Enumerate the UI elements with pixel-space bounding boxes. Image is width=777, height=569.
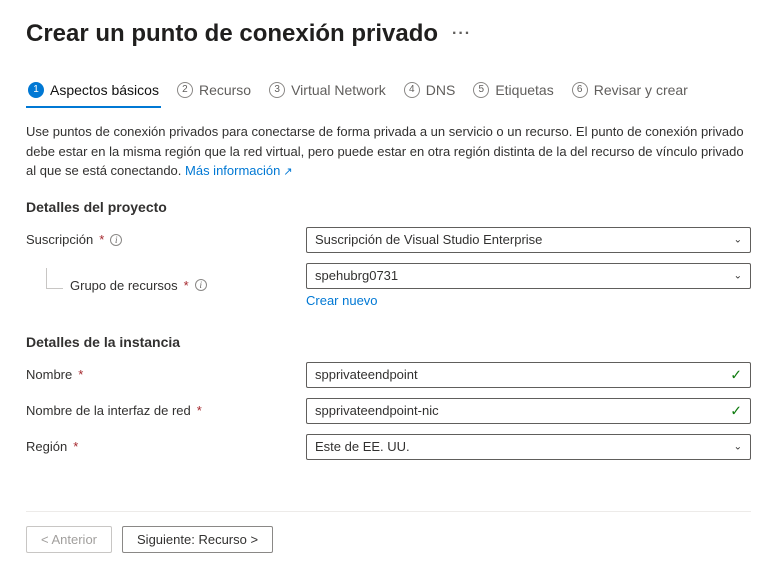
resource-group-label-text: Grupo de recursos (70, 278, 178, 293)
name-label: Nombre * (26, 367, 306, 382)
chevron-down-icon: ⌄ (734, 234, 742, 245)
tab-step-number: 1 (28, 82, 44, 98)
subscription-label: Suscripción * i (26, 232, 306, 247)
tab-step-number: 5 (473, 82, 489, 98)
name-input[interactable]: spprivateendpoint ✓ (306, 362, 751, 388)
subscription-label-text: Suscripción (26, 232, 93, 247)
tab-step-number: 6 (572, 82, 588, 98)
project-details-heading: Detalles del proyecto (26, 199, 751, 215)
resource-group-label: Grupo de recursos * i (26, 278, 306, 293)
required-asterisk: * (184, 278, 189, 293)
tab-virtual-network[interactable]: 3 Virtual Network (267, 76, 388, 108)
region-row: Región * Este de EE. UU. ⌄ (26, 434, 751, 460)
tab-label: Etiquetas (495, 82, 553, 98)
resource-group-select[interactable]: spehubrg0731 ⌄ (306, 263, 751, 289)
check-icon: ✓ (730, 366, 742, 383)
nic-name-input[interactable]: spprivateendpoint-nic ✓ (306, 398, 751, 424)
wizard-tabs: 1 Aspectos básicos 2 Recurso 3 Virtual N… (26, 76, 751, 108)
required-asterisk: * (73, 439, 78, 454)
name-label-text: Nombre (26, 367, 72, 382)
next-button[interactable]: Siguiente: Recurso > (122, 526, 273, 553)
tab-revisar-crear[interactable]: 6 Revisar y crear (570, 76, 690, 108)
intro-body: Use puntos de conexión privados para con… (26, 124, 744, 178)
external-link-icon: ↗ (283, 164, 292, 181)
required-asterisk: * (99, 232, 104, 247)
subscription-row: Suscripción * i Suscripción de Visual St… (26, 227, 751, 253)
page-title: Crear un punto de conexión privado ··· (26, 20, 751, 48)
subscription-select[interactable]: Suscripción de Visual Studio Enterprise … (306, 227, 751, 253)
tab-label: DNS (426, 82, 456, 98)
resource-group-value: spehubrg0731 (315, 268, 398, 283)
intro-text: Use puntos de conexión privados para con… (26, 122, 746, 181)
info-icon[interactable]: i (195, 279, 207, 291)
chevron-down-icon: ⌄ (734, 441, 742, 452)
tab-recurso[interactable]: 2 Recurso (175, 76, 253, 108)
tab-label: Aspectos básicos (50, 82, 159, 98)
tab-aspectos-basicos[interactable]: 1 Aspectos básicos (26, 76, 161, 108)
region-select[interactable]: Este de EE. UU. ⌄ (306, 434, 751, 460)
required-asterisk: * (78, 367, 83, 382)
name-row: Nombre * spprivateendpoint ✓ (26, 362, 751, 388)
check-icon: ✓ (730, 402, 742, 419)
more-menu-icon[interactable]: ··· (452, 25, 471, 43)
tab-step-number: 4 (404, 82, 420, 98)
create-new-link[interactable]: Crear nuevo (306, 293, 378, 308)
tab-label: Virtual Network (291, 82, 386, 98)
page-title-text: Crear un punto de conexión privado (26, 20, 438, 48)
name-value: spprivateendpoint (315, 367, 418, 382)
tab-etiquetas[interactable]: 5 Etiquetas (471, 76, 555, 108)
tab-dns[interactable]: 4 DNS (402, 76, 458, 108)
tab-step-number: 2 (177, 82, 193, 98)
previous-button: < Anterior (26, 526, 112, 553)
tab-label: Recurso (199, 82, 251, 98)
nic-name-label: Nombre de la interfaz de red * (26, 403, 306, 418)
resource-group-row: Grupo de recursos * i spehubrg0731 ⌄ Cre… (26, 263, 751, 308)
chevron-down-icon: ⌄ (734, 270, 742, 281)
required-asterisk: * (197, 403, 202, 418)
region-label: Región * (26, 439, 306, 454)
learn-more-text: Más información (185, 163, 280, 178)
subscription-value: Suscripción de Visual Studio Enterprise (315, 232, 542, 247)
wizard-footer: < Anterior Siguiente: Recurso > (26, 511, 751, 553)
region-value: Este de EE. UU. (315, 439, 410, 454)
tab-label: Revisar y crear (594, 82, 688, 98)
nic-name-row: Nombre de la interfaz de red * spprivate… (26, 398, 751, 424)
instance-details-heading: Detalles de la instancia (26, 334, 751, 350)
nic-name-label-text: Nombre de la interfaz de red (26, 403, 191, 418)
nic-name-value: spprivateendpoint-nic (315, 403, 439, 418)
region-label-text: Región (26, 439, 67, 454)
tab-step-number: 3 (269, 82, 285, 98)
learn-more-link[interactable]: Más información↗ (185, 163, 293, 178)
info-icon[interactable]: i (110, 234, 122, 246)
